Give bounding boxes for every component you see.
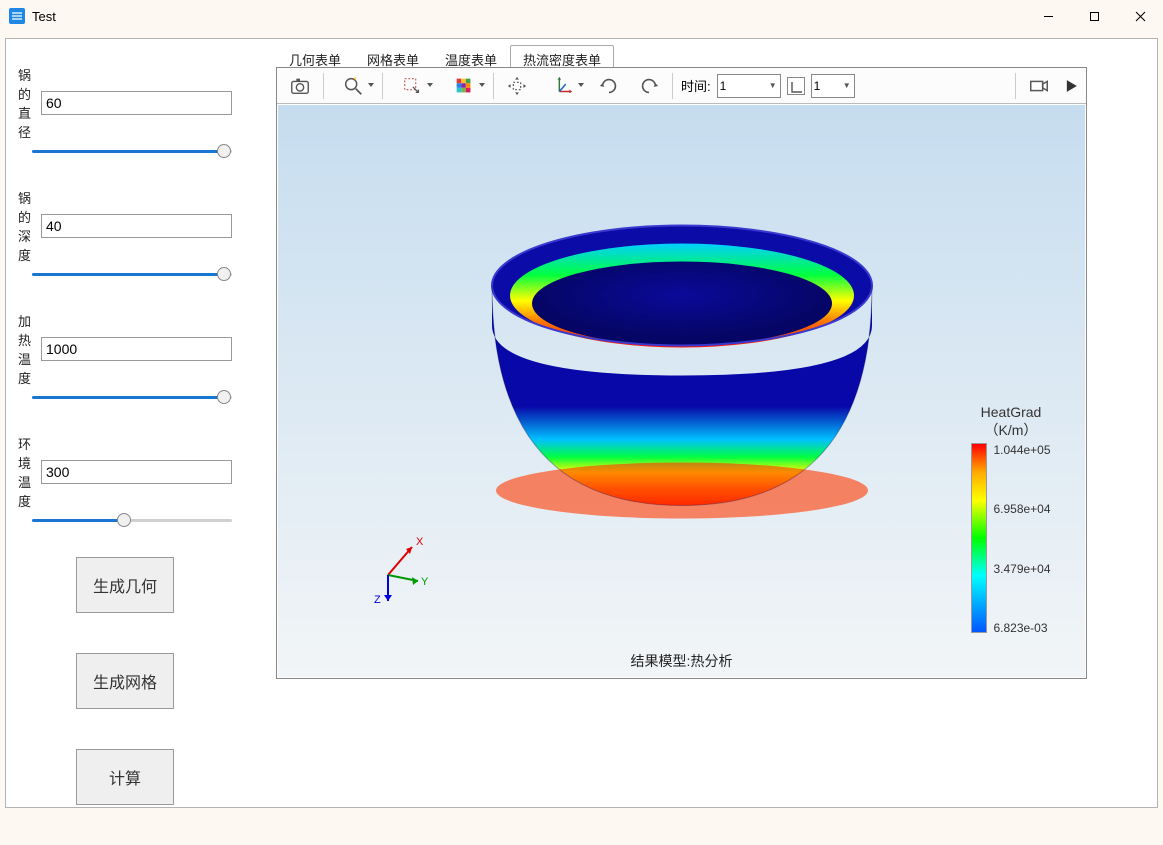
coordinate-axes: X Y Z (366, 527, 426, 597)
time-select-1[interactable] (717, 74, 781, 98)
main-frame: 锅的直径 锅的深度 加热温度 (5, 38, 1158, 808)
play-button[interactable] (1060, 71, 1082, 101)
viewer-toolbar: 时间: ▼ ▼ (277, 68, 1086, 104)
color-legend: HeatGrad （K/m） 1.044e+05 6.958e+04 3.479… (949, 403, 1073, 635)
rotate-cw-button[interactable] (590, 71, 628, 101)
param-label: 锅的直径 (18, 65, 41, 141)
param-ambient-temp: 环境温度 (18, 434, 232, 527)
maximize-button[interactable] (1071, 0, 1117, 32)
depth-slider[interactable] (32, 267, 232, 281)
viewer-caption: 结果模型:热分析 (631, 651, 733, 671)
param-label: 环境温度 (18, 434, 41, 510)
legend-title-2: （K/m） (949, 421, 1073, 439)
heat-temp-input[interactable] (41, 337, 232, 361)
axes-orientation-dropdown[interactable] (538, 71, 588, 101)
simulation-contour (462, 196, 902, 541)
depth-input[interactable] (41, 214, 232, 238)
window-title: Test (32, 9, 56, 24)
ambient-temp-slider[interactable] (32, 513, 232, 527)
selection-dropdown[interactable] (387, 71, 437, 101)
legend-title-1: HeatGrad (949, 403, 1073, 421)
compute-button[interactable]: 计算 (76, 749, 174, 805)
close-button[interactable] (1117, 0, 1163, 32)
diameter-slider[interactable] (32, 144, 232, 158)
heat-temp-slider[interactable] (32, 390, 232, 404)
diameter-input[interactable] (41, 91, 232, 115)
param-heat-temp: 加热温度 (18, 311, 232, 404)
canvas-3d[interactable]: X Y Z HeatGrad （K/m） 1.044e+05 6.958e+04… (278, 105, 1085, 677)
time-select-2[interactable] (811, 74, 855, 98)
parameter-panel: 锅的直径 锅的深度 加热温度 (18, 65, 232, 845)
axis-z-label: Z (374, 594, 381, 606)
colormap-dropdown[interactable] (439, 71, 489, 101)
pan-button[interactable] (498, 71, 536, 101)
titlebar: Test (0, 0, 1163, 32)
rotate-ccw-button[interactable] (630, 71, 668, 101)
legend-tick: 6.823e-03 (993, 621, 1050, 635)
generate-mesh-button[interactable]: 生成网格 (76, 653, 174, 709)
legend-tick: 1.044e+05 (993, 443, 1050, 457)
param-label: 锅的深度 (18, 188, 41, 264)
axis-y-label: Y (421, 576, 429, 588)
action-buttons: 生成几何 生成网格 计算 (18, 557, 232, 805)
snapshot-button[interactable] (281, 71, 319, 101)
legend-bar (971, 443, 987, 633)
ambient-temp-input[interactable] (41, 460, 232, 484)
param-label: 加热温度 (18, 311, 41, 387)
minimize-button[interactable] (1025, 0, 1071, 32)
camera-button[interactable] (1020, 71, 1058, 101)
param-depth: 锅的深度 (18, 188, 232, 281)
time-stepper[interactable] (787, 77, 805, 95)
generate-geometry-button[interactable]: 生成几何 (76, 557, 174, 613)
viewer: 时间: ▼ ▼ (276, 67, 1087, 679)
app-icon (8, 7, 26, 25)
param-diameter: 锅的直径 (18, 65, 232, 158)
zoom-dropdown[interactable] (328, 71, 378, 101)
legend-tick: 3.479e+04 (993, 562, 1050, 576)
time-label: 时间: (681, 76, 711, 95)
axis-x-label: X (416, 536, 424, 548)
legend-tick: 6.958e+04 (993, 502, 1050, 516)
